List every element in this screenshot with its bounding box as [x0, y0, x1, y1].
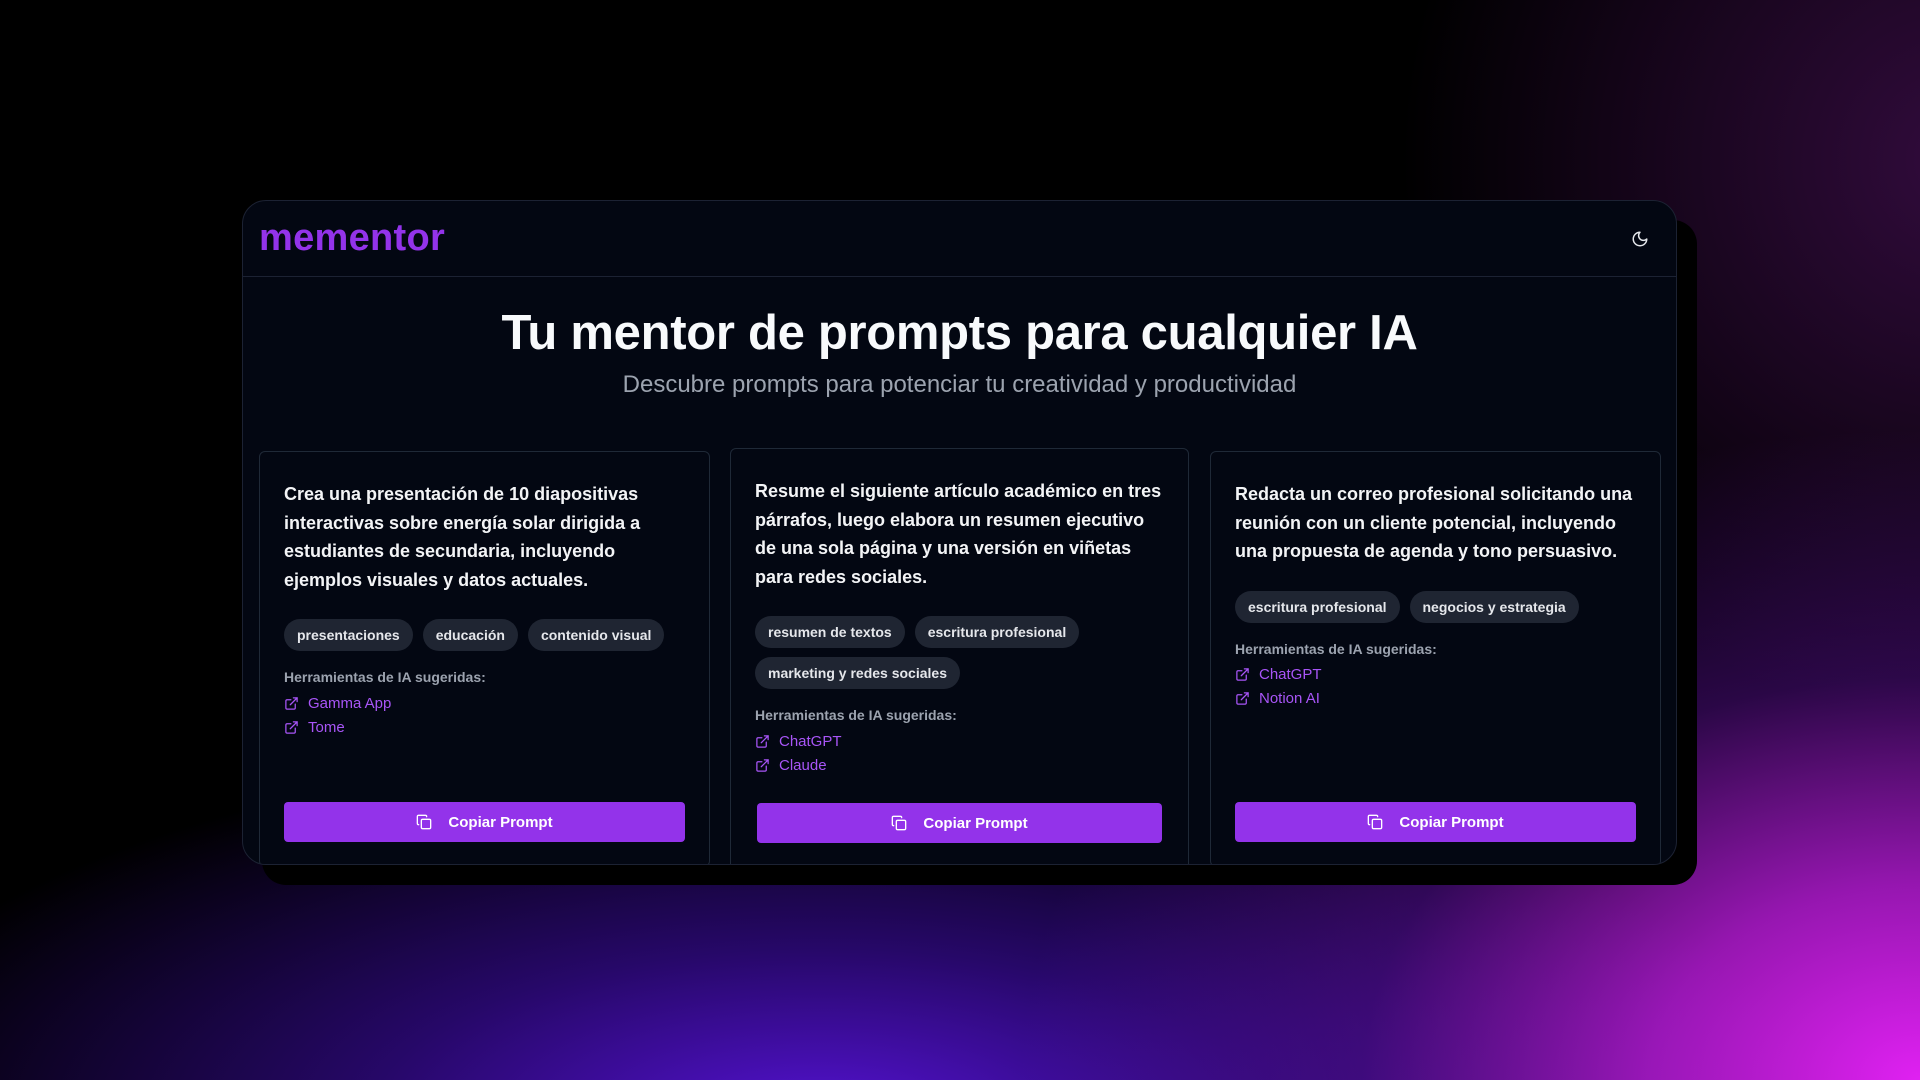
tag[interactable]: negocios y estrategia [1409, 590, 1579, 623]
tool-link[interactable]: ChatGPT [755, 729, 1164, 753]
tool-link-label: Claude [779, 756, 827, 774]
external-link-icon [1236, 692, 1249, 705]
copy-prompt-button[interactable]: Copiar Prompt [284, 802, 685, 842]
tag-list: resumen de textos escritura profesional … [755, 616, 1164, 689]
copy-icon [1368, 814, 1383, 830]
copy-prompt-label: Copiar Prompt [448, 813, 553, 831]
tag-list: escritura profesional negocios y estrate… [1235, 590, 1636, 623]
external-link-icon [756, 758, 769, 772]
tag-list: presentaciones educación contenido visua… [284, 619, 685, 651]
copy-icon [417, 814, 432, 830]
tag[interactable]: contenido visual [527, 619, 665, 651]
tool-link[interactable]: Claude [755, 753, 1164, 777]
tag[interactable]: escritura profesional [914, 616, 1080, 648]
tag[interactable]: educación [422, 619, 518, 651]
copy-prompt-button[interactable]: Copiar Prompt [757, 803, 1162, 843]
tag[interactable]: marketing y redes sociales [755, 657, 960, 689]
tool-link-label: Tome [308, 718, 345, 736]
tool-link-label: Gamma App [308, 694, 392, 712]
external-link-icon [756, 734, 769, 748]
logo[interactable]: mementor [259, 217, 445, 260]
copy-icon [892, 815, 907, 831]
tool-link[interactable]: Notion AI [1235, 687, 1636, 711]
copy-prompt-label: Copiar Prompt [1399, 813, 1504, 831]
page-title: Tu mentor de prompts para cualquier IA [501, 306, 1418, 360]
external-link-icon [1236, 668, 1249, 681]
tag[interactable]: resumen de textos [755, 616, 905, 648]
tool-link[interactable]: Gamma App [284, 691, 685, 715]
tools-label: Herramientas de IA sugeridas: [755, 707, 957, 723]
tool-link[interactable]: Tome [284, 715, 685, 739]
copy-prompt-label: Copiar Prompt [923, 814, 1028, 832]
top-bar: mementor [243, 201, 1676, 277]
theme-toggle-button[interactable] [1624, 223, 1656, 255]
tag[interactable]: escritura profesional [1235, 590, 1400, 623]
tool-link-label: ChatGPT [779, 732, 842, 750]
tools-label: Herramientas de IA sugeridas: [284, 669, 486, 685]
prompt-text: Crea una presentación de 10 diapositivas… [284, 484, 641, 590]
app-window: mementor Tu mentor de prompts para cualq… [242, 200, 1677, 865]
prompt-card: Resume el siguiente artículo académico e… [730, 448, 1189, 864]
tool-link-label: Notion AI [1259, 690, 1320, 707]
tools-label: Herramientas de IA sugeridas: [1235, 640, 1437, 657]
external-link-icon [285, 696, 298, 710]
prompt-card: Redacta un correo profesional solicitand… [1210, 451, 1661, 864]
prompt-card: Crea una presentación de 10 diapositivas… [259, 451, 710, 864]
moon-icon [1632, 231, 1648, 246]
tool-list: ChatGPT Notion AI [1235, 663, 1636, 711]
prompt-text: Resume el siguiente artículo académico e… [755, 481, 1162, 587]
prompt-cards: Crea una presentación de 10 diapositivas… [259, 448, 1661, 864]
hero: Tu mentor de prompts para cualquier IA D… [243, 277, 1676, 399]
tool-list: ChatGPT Claude [755, 729, 1164, 777]
tag[interactable]: presentaciones [284, 619, 413, 651]
external-link-icon [285, 720, 298, 734]
tool-link[interactable]: ChatGPT [1235, 663, 1636, 687]
page-subtitle: Descubre prompts para potenciar tu creat… [622, 371, 1297, 398]
prompt-text: Redacta un correo profesional solicitand… [1235, 484, 1633, 561]
copy-prompt-button[interactable]: Copiar Prompt [1235, 802, 1636, 842]
tool-link-label: ChatGPT [1259, 666, 1322, 683]
tool-list: Gamma App Tome [284, 691, 685, 739]
